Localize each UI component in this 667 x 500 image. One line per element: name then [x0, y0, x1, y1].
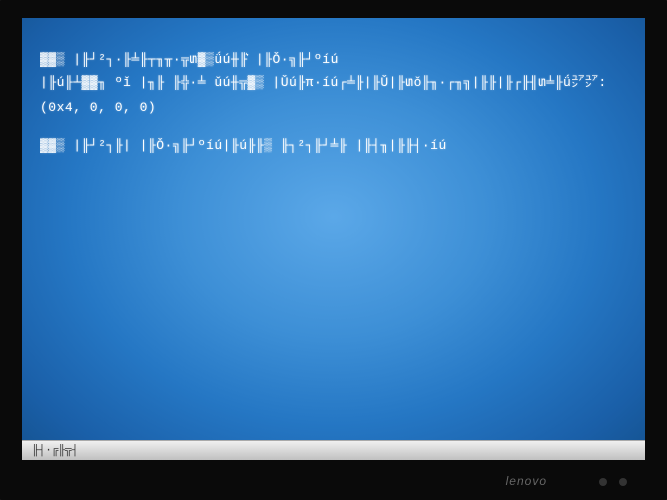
- screen-area: ▓▓▒ |╟┘²┐·╟╧╟┬╖╥·╦տ▓▒ǘú╫╟͛ |╟Ǒ·╗╟┘ºíú |╟…: [22, 18, 645, 460]
- monitor-button-1: [599, 478, 607, 486]
- monitor-brand-label: lenovo: [506, 474, 547, 488]
- monitor-bezel: ▓▓▒ |╟┘²┐·╟╧╟┬╖╥·╦տ▓▒ǘú╫╟͛ |╟Ǒ·╗╟┘ºíú |╟…: [0, 0, 667, 500]
- taskbar-item: ╟┤·╔╟╦┤: [26, 445, 84, 457]
- error-line-1: ▓▓▒ |╟┘²┐·╟╧╟┬╖╥·╦տ▓▒ǘú╫╟͛ |╟Ǒ·╗╟┘ºíú: [40, 50, 627, 71]
- monitor-button-2: [619, 478, 627, 486]
- error-code: (0x4, 0, 0, 0): [40, 98, 627, 119]
- error-line-3: ▓▓▒ |╟┘²┐╟| |╟Ǒ·╗╟┘ºíú|╟ú╟╟▒ ╟┐²┐╟┘╧╟ |╟…: [40, 136, 627, 157]
- taskbar: ╟┤·╔╟╦┤: [22, 440, 645, 460]
- error-line-2: |╟ú╟┴▓▓╖ ºǐ |╖╟ ╟╬·╧ ǔú╫╦▓▒ |Ǔú╟π·íú┌╧╟|…: [40, 73, 627, 94]
- error-content: ▓▓▒ |╟┘²┐·╟╧╟┬╖╥·╦տ▓▒ǘú╫╟͛ |╟Ǒ·╗╟┘ºíú |╟…: [22, 18, 645, 157]
